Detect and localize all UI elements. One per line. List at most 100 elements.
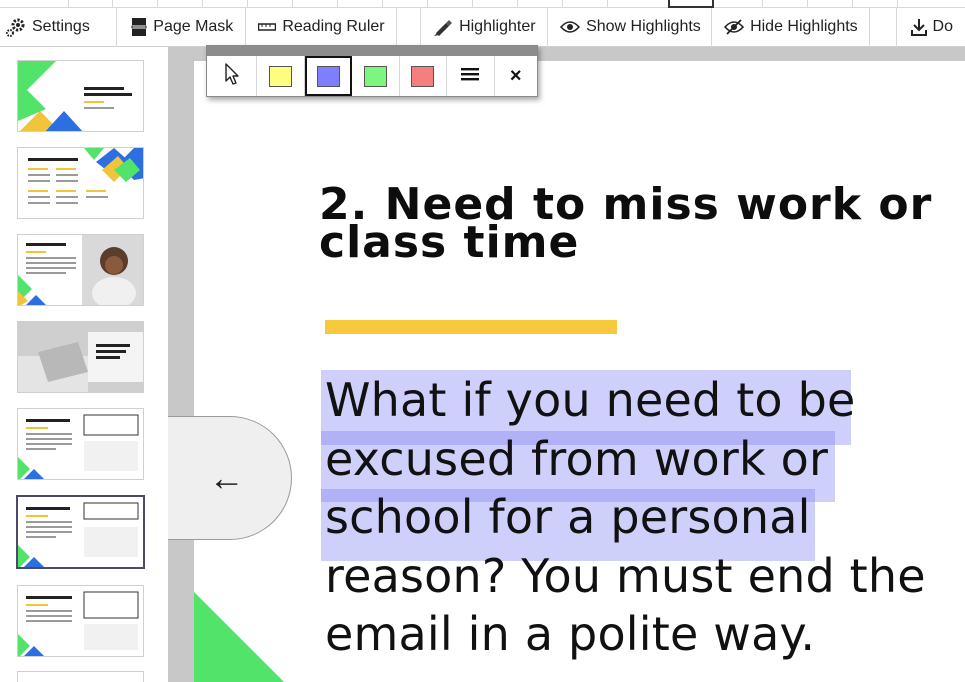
thumbnail-text	[84, 107, 114, 109]
thumbnail-title-text	[26, 596, 72, 599]
thumbnail-text	[56, 196, 78, 198]
thumbnail-title-text	[96, 356, 120, 359]
highlighter-pen-icon	[433, 18, 453, 36]
thumbnail-text	[26, 531, 72, 533]
thumbnail-accent	[56, 168, 76, 170]
thumbnail-accent	[28, 168, 48, 170]
thumbnail-accent	[28, 190, 48, 192]
thumbnail-title-text	[96, 344, 130, 347]
thumbnail-1[interactable]	[17, 60, 144, 132]
thumbnail-text	[26, 526, 72, 528]
show-highlights-label: Show Highlights	[586, 18, 701, 35]
thumbnail-text	[28, 196, 50, 198]
page-mask-label: Page Mask	[153, 18, 234, 35]
blue-color-button[interactable]	[304, 56, 353, 96]
reading-ruler-button[interactable]: Reading Ruler	[246, 7, 398, 47]
hide-highlights-label: Hide Highlights	[750, 18, 858, 35]
thumbnail-shapes	[18, 61, 83, 131]
thumbnail-7[interactable]	[17, 585, 144, 657]
menu-button[interactable]	[447, 56, 495, 96]
thumbnail-accent	[26, 515, 48, 517]
thumbnail-accent	[26, 604, 48, 606]
thumbnail-title-text	[26, 243, 66, 246]
thumbnail-title-text	[26, 419, 70, 422]
thumbnail-accent	[26, 251, 46, 253]
thumbnail-3[interactable]	[17, 234, 144, 306]
reader-toolbar: Settings Page Mask Reading Ruler Highlig…	[0, 7, 965, 47]
thumbnail-title-text	[84, 87, 124, 90]
previous-page-button[interactable]: ←	[168, 416, 292, 540]
thumbnail-4[interactable]	[17, 321, 144, 393]
thumbnail-text	[26, 448, 56, 450]
settings-button[interactable]: Settings	[0, 7, 118, 47]
viewer-gutter	[168, 47, 194, 682]
thumbnail-text	[28, 202, 50, 204]
thumbnail-text	[86, 196, 108, 198]
thumbnail-text	[26, 438, 72, 440]
ruler-icon	[258, 22, 277, 32]
thumbnail-6[interactable]	[16, 495, 145, 569]
blue-swatch	[317, 65, 341, 87]
yellow-swatch	[269, 65, 293, 87]
red-swatch	[411, 65, 435, 87]
highlighter-button[interactable]: Highlighter	[421, 7, 549, 47]
thumbnail-8[interactable]	[17, 671, 144, 682]
yellow-color-button[interactable]	[257, 56, 305, 96]
left-arrow-icon: ←	[208, 457, 245, 498]
close-popup-button[interactable]: ×	[495, 56, 537, 96]
thumbnail-text	[56, 174, 78, 176]
thumbnail-title-text	[84, 93, 132, 96]
eye-slash-icon	[724, 19, 745, 35]
red-color-button[interactable]	[400, 56, 448, 96]
gear-icon	[6, 17, 26, 37]
thumbnail-text	[26, 536, 56, 538]
hide-highlights-button[interactable]: Hide Highlights	[712, 7, 871, 47]
thumbnail-accent	[26, 427, 48, 429]
settings-label: Settings	[32, 18, 90, 35]
highlighter-popup: ×	[206, 45, 538, 97]
slide-accent-bar	[325, 320, 617, 334]
thumbnail-text	[26, 615, 72, 617]
slide-thumbnails	[0, 47, 168, 682]
thumbnail-text	[26, 272, 66, 274]
thumbnail-text	[26, 262, 76, 264]
thumbnail-accent	[86, 190, 106, 192]
thumbnail-text	[28, 180, 50, 182]
thumbnail-2[interactable]	[17, 147, 144, 219]
toolbar-divider	[397, 7, 422, 47]
slide-page: 2. Need to miss work or class time What …	[194, 61, 965, 682]
thumbnail-text	[26, 433, 72, 435]
thumbnail-text	[26, 521, 72, 523]
thumbnail-text	[26, 610, 72, 612]
slide-title: 2. Need to miss work or class time	[319, 179, 933, 268]
thumbnail-shapes	[18, 322, 143, 392]
thumbnail-text	[56, 180, 78, 182]
pointer-icon	[224, 62, 240, 90]
toolbar-divider	[870, 7, 897, 47]
reading-ruler-label: Reading Ruler	[282, 18, 385, 35]
page-mask-icon	[131, 18, 147, 36]
thumbnail-text	[26, 257, 76, 259]
thumbnail-text	[26, 267, 76, 269]
thumbnail-title-text	[28, 158, 78, 161]
slide-green-triangle	[194, 592, 284, 682]
green-swatch	[363, 65, 387, 87]
thumbnail-text	[26, 443, 72, 445]
download-icon	[910, 18, 927, 36]
page-mask-button[interactable]: Page Mask	[117, 7, 247, 47]
thumbnail-5[interactable]	[17, 408, 144, 480]
thumbnail-title-text	[96, 350, 126, 353]
thumbnail-text	[26, 620, 72, 622]
download-label: Do	[932, 18, 953, 35]
highlighter-label: Highlighter	[459, 18, 536, 35]
pointer-tool-button[interactable]	[207, 56, 258, 96]
download-button[interactable]: Do	[897, 8, 965, 47]
thumbnail-title-text	[26, 507, 70, 510]
thumbnail-accent	[84, 101, 104, 103]
thumbnail-accent	[56, 190, 76, 192]
show-highlights-button[interactable]: Show Highlights	[548, 7, 713, 47]
popup-drag-handle[interactable]	[207, 46, 537, 56]
green-color-button[interactable]	[352, 56, 400, 96]
thumbnail-text	[56, 202, 78, 204]
slide-body-text: What if you need to be excused from work…	[325, 373, 926, 661]
